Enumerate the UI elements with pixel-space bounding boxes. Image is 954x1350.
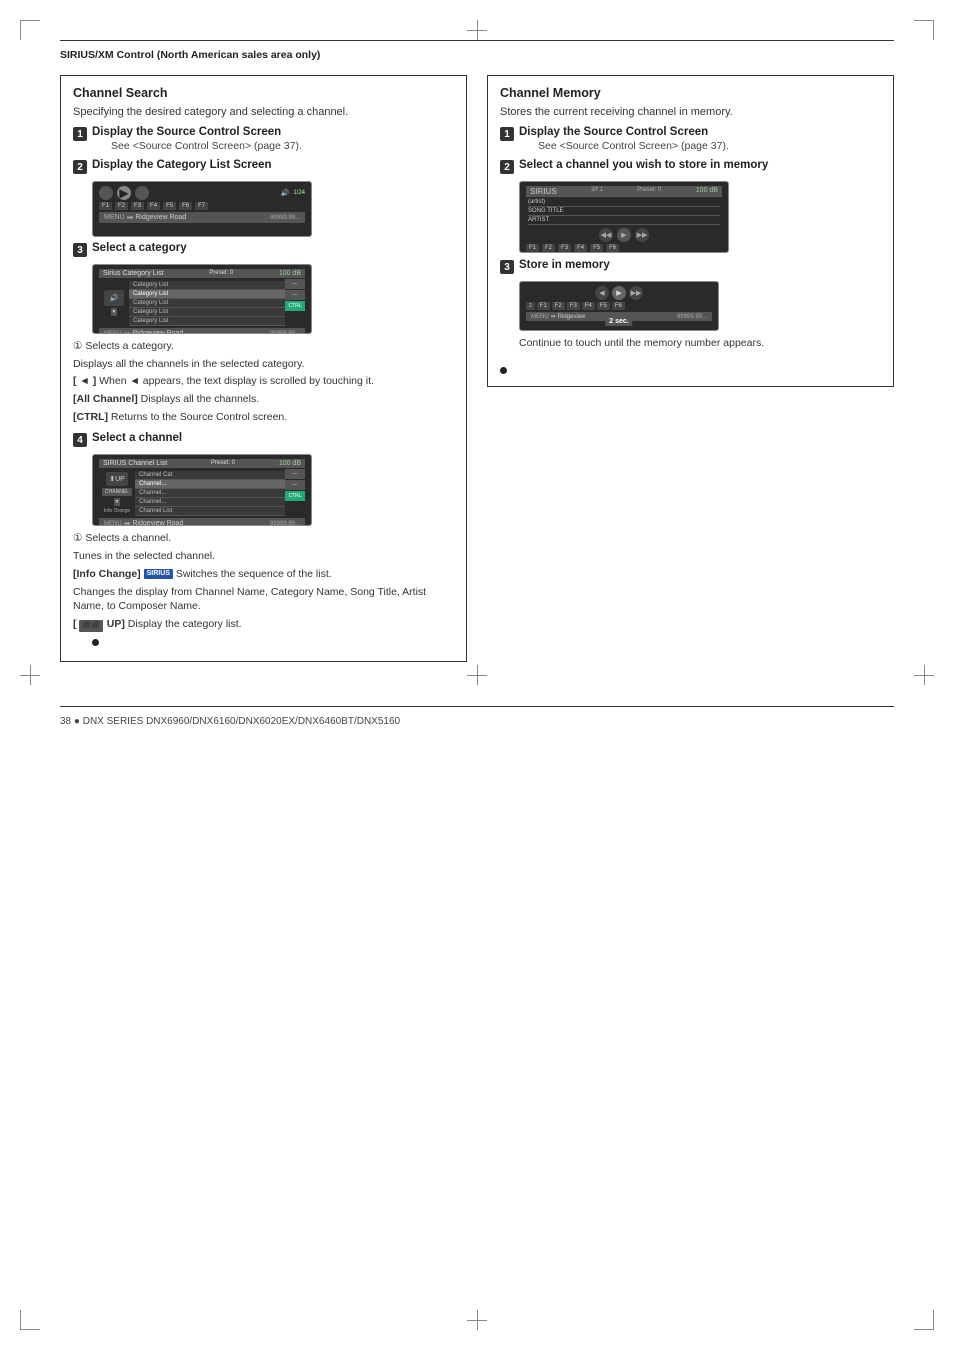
step-3: 3 Select a category	[73, 242, 454, 257]
crosshair-bottom	[467, 1310, 487, 1330]
corner-bl	[20, 1310, 40, 1330]
channel-memory-screen-step2: SIRIUS 3/f 1 Preset: 0 100 dB (artist) S…	[519, 181, 729, 253]
step-3-notes: ① Selects a category. Displays all the c…	[73, 339, 454, 424]
step-4-notes: ① Selects a channel. Tunes in the select…	[73, 531, 454, 631]
store-2sec-label: 2 sec.	[605, 317, 632, 326]
note-4-2: Tunes in the selected channel.	[73, 549, 454, 564]
corner-tl	[20, 20, 40, 40]
corner-br	[914, 1310, 934, 1330]
footer-text: 38 ● DNX SERIES DNX6960/DNX6160/DNX6020E…	[60, 716, 400, 727]
note-4-3: [Info Change] SIRIUS Switches the sequen…	[73, 567, 454, 582]
store-in-memory-screen: ◀ ▶ ▶▶ 2 F1 F2 F3 F4 F5 F6	[519, 281, 719, 331]
cm-step-1-num: 1	[500, 127, 514, 141]
step-3-label: Select a category	[92, 242, 187, 254]
icon-next	[135, 186, 149, 200]
crosshair-mid-left	[20, 665, 40, 685]
col-left: Channel Search Specifying the desired ca…	[60, 75, 467, 676]
step-2-label: Display the Category List Screen	[92, 159, 272, 171]
cm-step-1-label: Display the Source Control Screen	[519, 126, 729, 138]
cm-step-1: 1 Display the Source Control Screen See …	[500, 126, 881, 152]
bullet-left	[92, 639, 99, 646]
note-4-5: [ ⬛⬛ UP] Display the category list.	[73, 617, 454, 632]
continue-text: Continue to touch until the memory numbe…	[519, 336, 881, 351]
channel-list-screen-step4: SIRIUS Channel List Preset: 0 100 dB ⬆UP…	[92, 454, 312, 526]
step-4-label: Select a channel	[92, 432, 182, 444]
note-3-4: [All Channel] Displays all the channels.	[73, 392, 454, 407]
channel-search-box: Channel Search Specifying the desired ca…	[60, 75, 467, 662]
step-1: 1 Display the Source Control Screen See …	[73, 126, 454, 152]
channel-search-intro: Specifying the desired category and sele…	[73, 106, 454, 118]
step-1-num: 1	[73, 127, 87, 141]
cm-step-3-num: 3	[500, 260, 514, 274]
channel-search-title: Channel Search	[73, 86, 454, 100]
bullet-right	[500, 367, 507, 374]
cm-step-2-num: 2	[500, 160, 514, 174]
crosshair-center	[467, 665, 487, 685]
page-container: SIRIUS/XM Control (North American sales …	[0, 0, 954, 1350]
step-1-label: Display the Source Control Screen	[92, 126, 302, 138]
channel-memory-box: Channel Memory Stores the current receiv…	[487, 75, 894, 387]
cm-step-1-sub: See <Source Control Screen> (page 37).	[538, 140, 729, 152]
header-section: SIRIUS/XM Control (North American sales …	[60, 40, 894, 61]
cm-step-2: 2 Select a channel you wish to store in …	[500, 159, 881, 174]
note-4-4: Changes the display from Channel Name, C…	[73, 585, 454, 614]
channel-memory-title: Channel Memory	[500, 86, 881, 100]
icon-prev	[99, 186, 113, 200]
icon-play: ▶	[117, 186, 131, 200]
header-title: SIRIUS/XM Control (North American sales …	[60, 49, 320, 61]
cm-step-2-label: Select a channel you wish to store in me…	[519, 159, 768, 171]
col-right: Channel Memory Stores the current receiv…	[487, 75, 894, 676]
corner-tr	[914, 20, 934, 40]
crosshair-top	[467, 20, 487, 40]
channel-memory-intro: Stores the current receiving channel in …	[500, 106, 881, 118]
step-2-num: 2	[73, 160, 87, 174]
step-2: 2 Display the Category List Screen	[73, 159, 454, 174]
note-3-3: [ ◄ ] When ◄ appears, the text display i…	[73, 374, 454, 389]
step-1-sub: See <Source Control Screen> (page 37).	[111, 140, 302, 152]
note-3-2: Displays all the channels in the selecte…	[73, 357, 454, 372]
cm-step-3-label: Store in memory	[519, 259, 610, 271]
crosshair-mid-right	[914, 665, 934, 685]
category-list-screen-step3: Sirius Category List Preset: 0 100 dB 🔊 …	[92, 264, 312, 334]
step-4: 4 Select a channel	[73, 432, 454, 447]
note-3-5: [CTRL] Returns to the Source Control scr…	[73, 410, 454, 425]
step-3-num: 3	[73, 243, 87, 257]
note-3-1: ① Selects a category.	[73, 339, 454, 354]
note-4-1: ① Selects a channel.	[73, 531, 454, 546]
step-4-num: 4	[73, 433, 87, 447]
footer-line: 38 ● DNX SERIES DNX6960/DNX6160/DNX6020E…	[60, 706, 894, 727]
category-list-screen-step2: ▶ 🔊 1/24 F1 F2 F3 F4 F5	[92, 181, 312, 237]
two-col-layout: Channel Search Specifying the desired ca…	[60, 75, 894, 676]
cm-step-3: 3 Store in memory	[500, 259, 881, 274]
